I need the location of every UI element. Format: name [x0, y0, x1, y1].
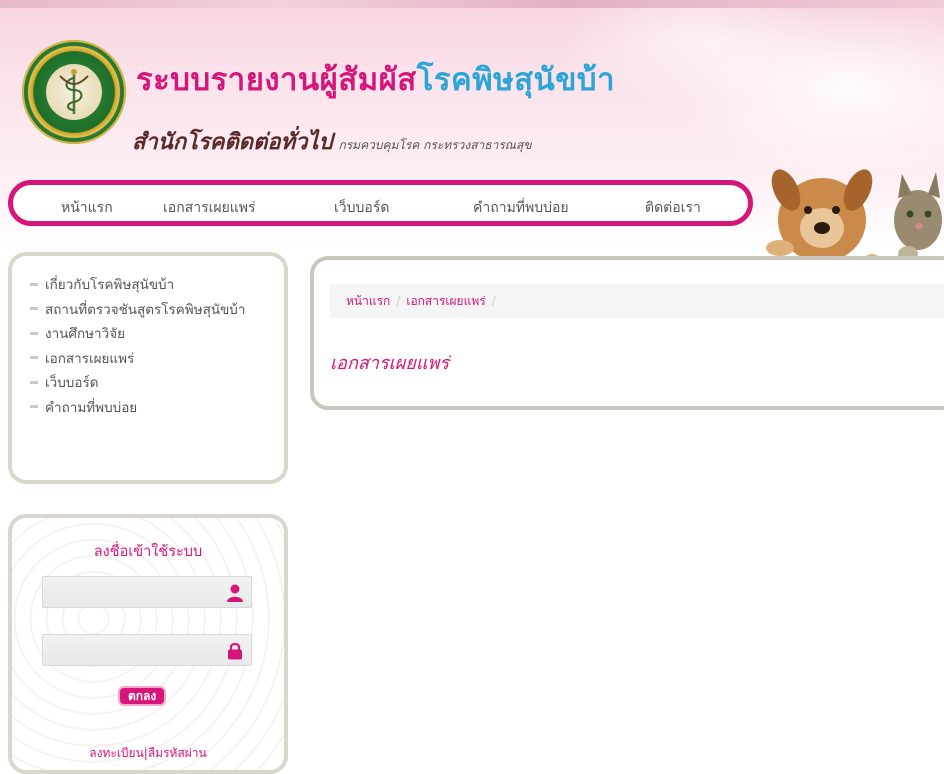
- bullet-icon: [30, 307, 38, 311]
- username-input[interactable]: [43, 577, 229, 607]
- sidebar-item-label: สถานที่ตรวจชันสูตรโรคพิษสุนัขบ้า: [45, 301, 246, 318]
- login-title: ลงชื่อเข้าใช้ระบบ: [93, 544, 203, 560]
- breadcrumb-documents[interactable]: เอกสารเผยแพร่: [406, 292, 485, 311]
- nav-contact[interactable]: ติดต่อเรา: [645, 197, 701, 219]
- site-title: ระบบรายงานผู้สัมผัสโรคพิษสุนัขบ้า: [136, 54, 615, 104]
- login-submit-button[interactable]: ตกลง: [118, 686, 167, 706]
- site-title-part1: ระบบรายงานผู้สัมผัส: [136, 62, 417, 98]
- subtitle-department: กรมควบคุมโรค กระทรวงสาธารณสุข: [338, 138, 532, 152]
- sidebar-item-label: งานศึกษาวิจัย: [45, 326, 126, 343]
- login-panel: ลงชื่อเข้าใช้ระบบ ตกลง ลงทะเบียน|ลืมรหัส…: [8, 514, 288, 774]
- username-field[interactable]: [42, 576, 252, 608]
- site-header: ระบบรายงานผู้สัมผัสโรคพิษสุนัขบ้า สำนักโ…: [0, 0, 944, 282]
- logo[interactable]: [22, 40, 126, 144]
- sidebar-item-research[interactable]: งานศึกษาวิจัย: [12, 321, 284, 346]
- sidebar-item-labs[interactable]: สถานที่ตรวจชันสูตรโรคพิษสุนัขบ้า: [12, 297, 284, 322]
- site-title-part2: โรคพิษสุนัขบ้า: [416, 62, 616, 98]
- sidebar-item-webboard[interactable]: เว็บบอร์ด: [12, 370, 284, 395]
- content-panel: หน้าแรก / เอกสารเผยแพร่ / เอกสารเผยแพร่: [310, 256, 944, 410]
- user-icon: [227, 584, 243, 602]
- bullet-icon: [30, 282, 38, 286]
- top-decor-strip: [0, 0, 944, 8]
- nav-webboard[interactable]: เว็บบอร์ด: [334, 197, 389, 219]
- nav-documents[interactable]: เอกสารเผยแพร่: [163, 197, 256, 219]
- login-links: ลงทะเบียน|ลืมรหัสผ่าน: [12, 744, 284, 763]
- bullet-icon: [30, 331, 38, 335]
- sidebar-item-label: เว็บบอร์ด: [45, 375, 99, 392]
- sidebar-menu: เกี่ยวกับโรคพิษสุนัขบ้า สถานที่ตรวจชันสู…: [8, 252, 288, 484]
- sidebar-item-about-rabies[interactable]: เกี่ยวกับโรคพิษสุนัขบ้า: [12, 272, 284, 297]
- bullet-icon: [30, 380, 38, 384]
- register-link[interactable]: ลงทะเบียน: [89, 746, 144, 760]
- site-subtitle: สำนักโรคติดต่อทั่วไป กรมควบคุมโรค กระทรวง…: [132, 124, 531, 159]
- breadcrumb-separator: /: [491, 294, 496, 308]
- lock-icon: [228, 642, 242, 660]
- breadcrumb-home[interactable]: หน้าแรก: [346, 292, 390, 311]
- page-title: เอกสารเผยแพร่: [330, 353, 450, 374]
- breadcrumb-separator: /: [396, 294, 401, 308]
- bullet-icon: [30, 405, 38, 409]
- subtitle-office: สำนักโรคติดต่อทั่วไป: [132, 130, 333, 155]
- breadcrumb: หน้าแรก / เอกสารเผยแพร่ /: [330, 284, 944, 318]
- sidebar-item-label: คำถามที่พบบ่อย: [45, 399, 138, 416]
- nav-home[interactable]: หน้าแรก: [61, 197, 113, 219]
- sidebar-item-documents[interactable]: เอกสารเผยแพร่: [12, 346, 284, 371]
- bullet-icon: [30, 356, 38, 360]
- password-field[interactable]: [42, 634, 252, 666]
- sidebar-item-faq[interactable]: คำถามที่พบบ่อย: [12, 395, 284, 420]
- sidebar-item-label: เกี่ยวกับโรคพิษสุนัขบ้า: [45, 277, 175, 294]
- nav-faq[interactable]: คำถามที่พบบ่อย: [473, 197, 569, 219]
- forgot-password-link[interactable]: ลืมรหัสผ่าน: [148, 746, 207, 760]
- logo-emblem-icon: [46, 64, 102, 120]
- password-input[interactable]: [43, 635, 229, 665]
- sidebar-item-label: เอกสารเผยแพร่: [45, 350, 135, 367]
- main-nav: หน้าแรก เอกสารเผยแพร่ เว็บบอร์ด คำถามที่…: [8, 180, 753, 226]
